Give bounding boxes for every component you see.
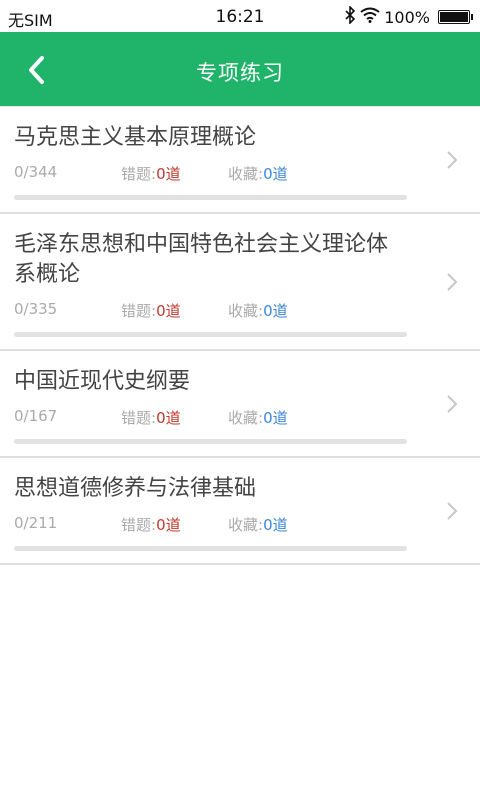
chevron-right-icon (447, 394, 458, 413)
battery-percent: 100% (384, 7, 430, 27)
favorite-count: 收藏:0道 (228, 302, 288, 320)
wifi-icon (360, 7, 380, 27)
progress-bar (14, 195, 407, 200)
favorite-count: 收藏:0道 (228, 409, 288, 427)
subject-name: 中国近现代史纲要 (14, 369, 191, 394)
page-title: 专项练习 (196, 61, 284, 85)
wrong-count: 错题:0道 (121, 516, 181, 534)
subject-name: 思想道德修养与法律基础 (14, 476, 257, 501)
nav-bar: 专项练习 (0, 32, 480, 106)
chevron-right-icon (447, 150, 458, 169)
subject-name: 毛泽东思想和中国特色社会主义理论体系概论 (14, 232, 389, 287)
progress-bar (14, 332, 407, 337)
subject-item[interactable]: 毛泽东思想和中国特色社会主义理论体系概论 0/335 错题:0道 收藏:0道 (0, 214, 480, 351)
progress-bar (14, 439, 407, 444)
status-right: 100% (344, 5, 473, 28)
favorite-count: 收藏:0道 (228, 516, 288, 534)
subject-item[interactable]: 中国近现代史纲要 0/167 错题:0道 收藏:0道 (0, 351, 480, 458)
favorite-count: 收藏:0道 (228, 165, 288, 183)
wrong-count: 错题:0道 (121, 302, 181, 320)
status-bar: 无SIM 16:21 100% (0, 0, 480, 32)
wrong-count: 错题:0道 (121, 409, 181, 427)
bluetooth-icon (344, 5, 356, 28)
subject-meta: 0/167 错题:0道 收藏:0道 (14, 407, 466, 427)
subject-meta: 0/344 错题:0道 收藏:0道 (14, 163, 466, 183)
battery-icon (438, 10, 473, 24)
subject-list: 马克思主义基本原理概论 0/344 错题:0道 收藏:0道 毛泽东思想和中国特色… (0, 106, 480, 565)
subject-meta: 0/211 错题:0道 收藏:0道 (14, 514, 466, 534)
wrong-count: 错题:0道 (121, 165, 181, 183)
chevron-right-icon (447, 272, 458, 291)
subject-name: 马克思主义基本原理概论 (14, 125, 257, 150)
subject-item[interactable]: 思想道德修养与法律基础 0/211 错题:0道 收藏:0道 (0, 458, 480, 565)
progress-count: 0/335 (14, 300, 58, 318)
progress-count: 0/167 (14, 407, 58, 425)
chevron-right-icon (447, 501, 458, 520)
progress-count: 0/344 (14, 163, 58, 181)
progress-bar (14, 546, 407, 551)
progress-count: 0/211 (14, 514, 58, 532)
subject-item[interactable]: 马克思主义基本原理概论 0/344 错题:0道 收藏:0道 (0, 107, 480, 214)
subject-meta: 0/335 错题:0道 收藏:0道 (14, 300, 466, 320)
